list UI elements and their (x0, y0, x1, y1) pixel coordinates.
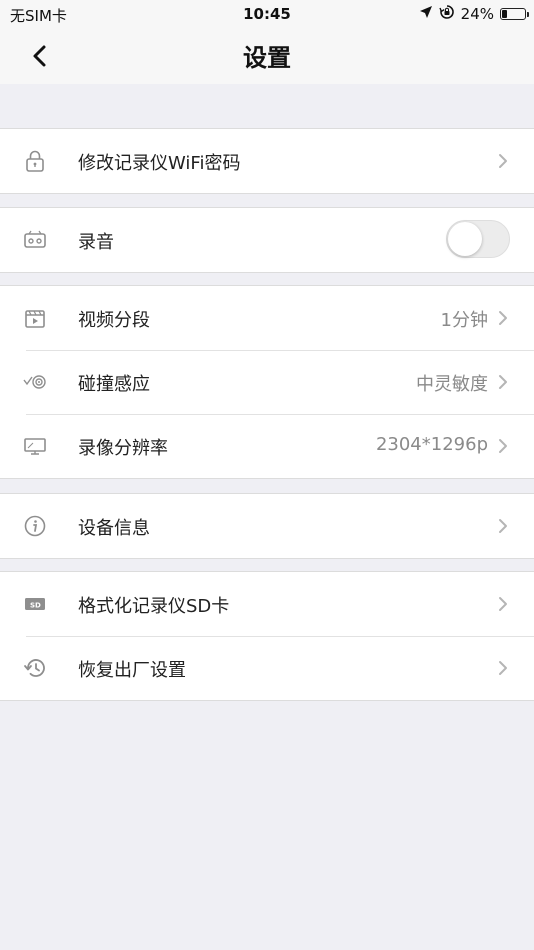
audio-record-toggle[interactable] (446, 220, 510, 258)
row-value: 2304*1296p (375, 434, 488, 455)
sensor-icon (22, 370, 48, 394)
rotation-lock-icon (439, 4, 455, 24)
video-segment-row[interactable]: 视频分段 1分钟 (0, 286, 534, 350)
settings-group-info: 设备信息 (0, 493, 534, 559)
status-right: 24% (419, 4, 529, 24)
page-title: 设置 (243, 44, 291, 72)
nav-bar: 设置 (0, 28, 534, 84)
video-resolution-row[interactable]: 录像分辨率 2304*1296p (0, 414, 534, 478)
row-label: 修改记录仪WiFi密码 (78, 153, 241, 174)
chevron-right-icon (498, 596, 508, 616)
wifi-password-row[interactable]: 修改记录仪WiFi密码 (0, 129, 534, 193)
audio-record-row: 录音 (0, 208, 534, 272)
row-label: 恢复出厂设置 (78, 660, 186, 681)
row-label: 视频分段 (78, 310, 150, 331)
battery-percent: 24% (460, 5, 494, 23)
recorder-icon (22, 228, 48, 252)
settings-group-wifi: 修改记录仪WiFi密码 (0, 128, 534, 194)
chevron-right-icon (498, 153, 508, 173)
toggle-knob (448, 222, 482, 256)
location-arrow-icon (419, 5, 433, 23)
device-info-row[interactable]: 设备信息 (0, 494, 534, 558)
video-icon (22, 306, 48, 330)
settings-group-video: 视频分段 1分钟 碰撞感应 中灵敏度 录像分辨率 2304*1296p (0, 285, 534, 479)
row-label: 录像分辨率 (78, 438, 168, 459)
status-bar: 无SIM卡 10:45 24% (0, 0, 534, 28)
monitor-icon (22, 434, 48, 458)
format-sd-row[interactable]: SD 格式化记录仪SD卡 (0, 572, 534, 636)
chevron-right-icon (498, 438, 508, 458)
chevron-right-icon (498, 660, 508, 680)
collision-sensor-row[interactable]: 碰撞感应 中灵敏度 (0, 350, 534, 414)
chevron-right-icon (498, 518, 508, 538)
info-icon (22, 514, 48, 538)
factory-reset-row[interactable]: 恢复出厂设置 (0, 636, 534, 700)
row-value: 1分钟 (440, 310, 488, 331)
row-value: 中灵敏度 (416, 374, 488, 395)
settings-group-system: SD 格式化记录仪SD卡 恢复出厂设置 (0, 571, 534, 701)
row-label: 格式化记录仪SD卡 (78, 596, 230, 617)
settings-group-audio: 录音 (0, 207, 534, 273)
history-icon (22, 656, 48, 680)
row-label: 设备信息 (78, 518, 150, 539)
battery-fill (502, 10, 507, 18)
sd-card-icon: SD (22, 592, 48, 616)
svg-text:SD: SD (30, 602, 41, 610)
chevron-right-icon (498, 374, 508, 394)
row-label: 碰撞感应 (78, 374, 150, 395)
chevron-right-icon (498, 310, 508, 330)
battery-icon (500, 8, 529, 20)
row-label: 录音 (78, 232, 114, 253)
lock-icon (22, 149, 48, 173)
